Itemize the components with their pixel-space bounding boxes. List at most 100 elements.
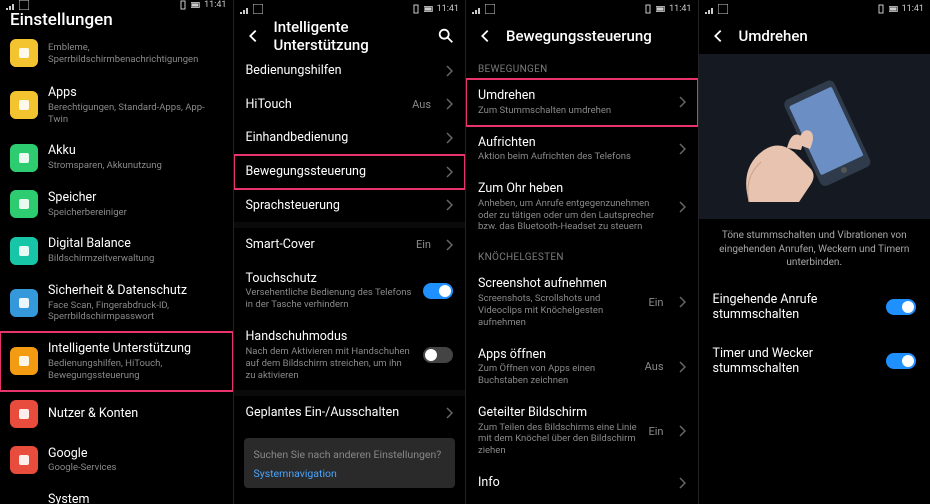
row-title: System bbox=[48, 492, 221, 504]
toggle-icon[interactable] bbox=[423, 283, 453, 299]
chevron-right-icon bbox=[678, 361, 686, 373]
settings-row[interactable]: Nutzer & Konten bbox=[0, 391, 233, 437]
settings-row[interactable]: Sprachsteuerung bbox=[234, 189, 466, 223]
row-subtitle: Zum Stummschalten umdrehen bbox=[478, 105, 668, 117]
category-icon bbox=[10, 91, 38, 119]
row-subtitle: Versehentliche Bedienung des Telefons in… bbox=[246, 287, 414, 311]
settings-row[interactable]: Zum Ohr hebenAnheben, um Anrufe entgegen… bbox=[466, 172, 698, 242]
chevron-right-icon bbox=[445, 65, 453, 77]
status-time: 11:41 bbox=[204, 0, 226, 10]
chevron-right-icon bbox=[445, 98, 453, 110]
settings-row[interactable]: Sicherheit & DatenschutzFace Scan, Finge… bbox=[0, 274, 233, 332]
row-subtitle: Google-Services bbox=[48, 462, 221, 474]
search-hint: Suchen Sie nach anderen Einstellungen? bbox=[254, 448, 446, 461]
chevron-right-icon bbox=[678, 296, 686, 308]
settings-list: Smart-CoverEinTouchschutzVersehentliche … bbox=[234, 228, 466, 390]
settings-row[interactable]: TouchschutzVersehentliche Bedienung des … bbox=[234, 262, 466, 320]
settings-row[interactable]: GoogleGoogle-Services bbox=[0, 437, 233, 484]
row-subtitle: Berechtigungen, Standard-Apps, App-Twin bbox=[48, 102, 221, 126]
settings-row[interactable]: HiTouchAus bbox=[234, 88, 466, 122]
settings-row[interactable]: Screenshot aufnehmenScreenshots, Scrolls… bbox=[466, 267, 698, 337]
vibrate-icon bbox=[411, 4, 421, 14]
row-subtitle: Nach dem Aktivieren mit Handschuhen auf … bbox=[246, 346, 414, 382]
row-subtitle: Screenshots, Scrollshots und Videoclips … bbox=[478, 293, 638, 329]
signal-icon bbox=[6, 0, 16, 10]
statusbar: 11:41 bbox=[0, 0, 233, 10]
category-icon bbox=[10, 400, 38, 428]
statusbar: 11:41 bbox=[234, 0, 466, 18]
chevron-right-icon bbox=[445, 407, 453, 419]
row-title: Smart-Cover bbox=[246, 237, 406, 253]
settings-row[interactable]: AkkuStromsparen, Akkunutzung bbox=[0, 134, 233, 181]
row-subtitle: Bedienungshilfen, HiTouch, Bewegungssteu… bbox=[48, 358, 221, 382]
row-title: Geteilter Bildschirm bbox=[478, 405, 638, 421]
battery-icon bbox=[191, 0, 201, 10]
toggle-icon[interactable] bbox=[423, 347, 453, 363]
row-subtitle: Stromsparen, Akkunutzung bbox=[48, 160, 221, 172]
settings-row[interactable]: Smart-CoverEin bbox=[234, 228, 466, 262]
settings-row[interactable]: Digital BalanceBildschirmzeitverwaltung bbox=[0, 227, 233, 274]
settings-row[interactable]: Geteilter BildschirmZum Teilen des Bilds… bbox=[466, 396, 698, 466]
settings-row[interactable]: SpeicherSpeicherbereiniger bbox=[0, 181, 233, 228]
row-subtitle: Embleme, Sperrbildschirmbenachrichtigung… bbox=[48, 42, 221, 66]
category-icon bbox=[10, 190, 38, 218]
settings-row[interactable]: Einhandbedienung bbox=[234, 121, 466, 155]
battery-icon bbox=[889, 4, 899, 14]
row-subtitle: Face Scan, Fingerabdruck-ID, Sperrbildsc… bbox=[48, 300, 221, 324]
row-title: Intelligente Unterstützung bbox=[48, 341, 221, 357]
chevron-right-icon bbox=[445, 132, 453, 144]
back-icon[interactable] bbox=[476, 27, 494, 45]
search-link[interactable]: Systemnavigation bbox=[254, 467, 446, 480]
status-time: 11:41 bbox=[902, 4, 924, 14]
back-icon[interactable] bbox=[709, 27, 727, 45]
status-time: 11:41 bbox=[437, 4, 459, 14]
page-title: Umdrehen bbox=[739, 27, 808, 45]
row-subtitle: Zum Öffnen von Apps einen Buchstaben zei… bbox=[478, 363, 635, 387]
settings-row[interactable]: Embleme, Sperrbildschirmbenachrichtigung… bbox=[0, 30, 233, 76]
settings-row[interactable]: Intelligente UnterstützungBedienungshilf… bbox=[0, 332, 233, 390]
status-time: 11:41 bbox=[669, 4, 691, 14]
row-title: Einhandbedienung bbox=[246, 130, 436, 146]
row-title: Touchschutz bbox=[246, 271, 414, 287]
settings-row[interactable]: Info bbox=[466, 466, 698, 500]
row-title: Apps öffnen bbox=[478, 347, 635, 363]
switch-timer-alarm[interactable]: Timer und Wecker stummschalten bbox=[699, 334, 930, 388]
page-title: Einstellungen bbox=[10, 10, 113, 30]
back-icon[interactable] bbox=[244, 27, 262, 45]
settings-row[interactable]: Apps öffnenZum Öffnen von Apps einen Buc… bbox=[466, 338, 698, 396]
settings-row[interactable]: Bedienungshilfen bbox=[234, 54, 466, 88]
switch-incoming-calls[interactable]: Eingehende Anrufe stummschalten bbox=[699, 280, 930, 334]
category-icon bbox=[10, 446, 38, 474]
switch-label: Eingehende Anrufe stummschalten bbox=[713, 292, 887, 322]
row-title: Zum Ohr heben bbox=[478, 181, 668, 197]
settings-row[interactable]: SystemSystemnavigation, Softwareaktualis… bbox=[0, 483, 233, 504]
panel-motion-control: 11:41 Bewegungssteuerung BEWEGUNGEN Umdr… bbox=[465, 0, 698, 504]
row-title: Aufrichten bbox=[478, 135, 668, 151]
nfc-icon bbox=[19, 0, 29, 10]
toggle-icon[interactable] bbox=[886, 299, 916, 315]
settings-row[interactable]: HandschuhmodusNach dem Aktivieren mit Ha… bbox=[234, 320, 466, 390]
search-icon[interactable] bbox=[437, 27, 455, 45]
chevron-right-icon bbox=[445, 239, 453, 251]
nfc-icon bbox=[718, 4, 728, 14]
settings-list: Embleme, Sperrbildschirmbenachrichtigung… bbox=[0, 30, 233, 504]
row-title: Nutzer & Konten bbox=[48, 406, 221, 422]
settings-row[interactable]: Geplantes Ein-/Ausschalten bbox=[234, 396, 466, 430]
settings-row[interactable]: AufrichtenAktion beim Aufrichten des Tel… bbox=[466, 126, 698, 173]
switch-label: Timer und Wecker stummschalten bbox=[713, 346, 887, 376]
settings-row[interactable]: UmdrehenZum Stummschalten umdrehen bbox=[466, 79, 698, 126]
row-title: Bedienungshilfen bbox=[246, 63, 436, 79]
header: Intelligente Unterstützung bbox=[234, 18, 466, 54]
statusbar: 11:41 bbox=[699, 0, 930, 18]
battery-icon bbox=[656, 4, 666, 14]
row-title: Apps bbox=[48, 85, 221, 101]
nfc-icon bbox=[485, 4, 495, 14]
toggle-icon[interactable] bbox=[886, 353, 916, 369]
row-value: Ein bbox=[648, 296, 663, 309]
row-title: HiTouch bbox=[246, 97, 403, 113]
row-title: Bewegungssteuerung bbox=[246, 164, 436, 180]
row-title: Umdrehen bbox=[478, 88, 668, 104]
settings-row[interactable]: AppsBerechtigungen, Standard-Apps, App-T… bbox=[0, 76, 233, 134]
settings-row[interactable]: Bewegungssteuerung bbox=[234, 155, 466, 189]
row-subtitle: Anheben, um Anrufe entgegenzunehmen oder… bbox=[478, 198, 668, 234]
